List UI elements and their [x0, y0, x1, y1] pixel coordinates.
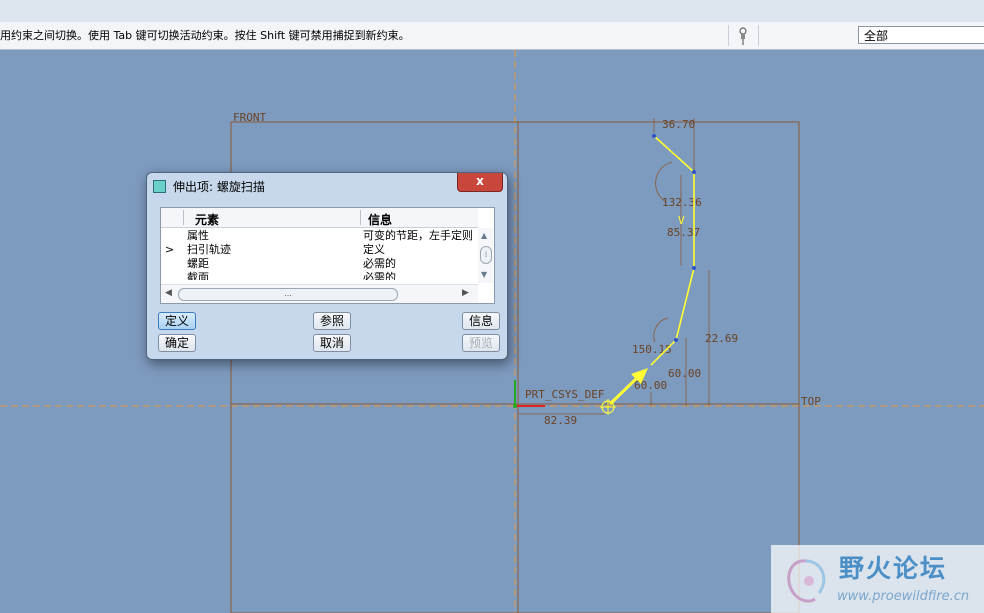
divider [758, 25, 759, 46]
scroll-thumb[interactable]: ... [178, 288, 398, 301]
element-info: 定义 [363, 243, 385, 256]
sweep-trajectory[interactable] [650, 135, 695, 366]
table-header: 元素 信息 [161, 208, 478, 228]
references-button[interactable]: 参照 [313, 312, 351, 330]
status-hint: 用约束之间切换。使用 Tab 键可切换活动约束。按住 Shift 键可禁用捕捉到… [0, 29, 410, 42]
dialog-title: 伸出项: 螺旋扫描 [173, 180, 265, 194]
element-name: 螺距 [187, 257, 209, 270]
element-info: 必需的 [363, 271, 396, 280]
cancel-button[interactable]: 取消 [313, 334, 351, 352]
scroll-left-icon[interactable]: ◀ [165, 288, 172, 298]
forum-logo-icon [787, 559, 826, 603]
column-divider [183, 210, 184, 225]
horizontal-scrollbar[interactable]: ◀ ... ▶ [161, 284, 478, 303]
define-button[interactable]: 定义 [158, 312, 196, 330]
expand-marker: > [165, 243, 175, 256]
divider [728, 25, 729, 46]
dim-height-lower[interactable]: 60.00 [668, 367, 701, 380]
scroll-right-icon[interactable]: ▶ [462, 288, 469, 298]
table-row[interactable]: 属性 可变的节距，左手定则 [161, 229, 478, 242]
column-divider [360, 210, 361, 225]
vertical-scrollbar[interactable]: ▲ ⁞ ▼ [478, 228, 493, 283]
preview-button[interactable]: 预览 [462, 334, 500, 352]
column-header-element[interactable]: 元素 [195, 211, 219, 228]
selection-filter-select[interactable]: 全部 [858, 26, 984, 44]
top-label: TOP [801, 395, 821, 408]
table-row[interactable]: 截面 必需的 [161, 271, 478, 280]
close-button[interactable]: x [457, 173, 503, 192]
element-name: 属性 [187, 229, 209, 242]
ok-button[interactable]: 确定 [158, 334, 196, 352]
watermark: 野火论坛 www.proewildfire.cn [771, 545, 984, 613]
watermark-title: 野火论坛 [839, 554, 948, 583]
toolbar-strip [0, 0, 984, 23]
info-button[interactable]: 信息 [462, 312, 500, 330]
dim-start-offset[interactable]: 82.39 [544, 414, 577, 427]
feature-dialog: 伸出项: 螺旋扫描 x 元素 信息 属性 可变的节距，左手定则 > 扫引轨迹 定… [146, 172, 508, 360]
table-row[interactable]: 螺距 必需的 [161, 257, 478, 270]
element-name: 截面 [187, 271, 209, 280]
csys-label: PRT_CSYS_DEF [525, 388, 604, 401]
element-info: 可变的节距，左手定则 [363, 229, 473, 242]
vertical-constraint: V [678, 214, 685, 227]
scroll-up-icon[interactable]: ▲ [481, 231, 487, 240]
front-label: FRONT [233, 111, 266, 124]
dim-offset[interactable]: 22.69 [705, 332, 738, 345]
table-body: 属性 可变的节距，左手定则 > 扫引轨迹 定义 螺距 必需的 截面 必需的 [161, 228, 478, 280]
dialog-icon [153, 180, 166, 193]
element-info: 必需的 [363, 257, 396, 270]
dim-angle-upper[interactable]: 132.36 [662, 196, 702, 209]
watermark-url: www.proewildfire.cn [837, 589, 970, 604]
dim-height-upper[interactable]: 85.37 [667, 226, 700, 239]
table-row[interactable]: > 扫引轨迹 定义 [161, 243, 478, 256]
dim-width[interactable]: 36.70 [662, 118, 695, 131]
message-bar: 用约束之间切换。使用 Tab 键可切换活动约束。按住 Shift 键可禁用捕捉到… [0, 22, 984, 50]
scroll-thumb[interactable]: ⁞ [480, 246, 492, 264]
pushpin-icon[interactable] [737, 26, 749, 46]
scroll-down-icon[interactable]: ▼ [481, 270, 487, 279]
element-table: 元素 信息 属性 可变的节距，左手定则 > 扫引轨迹 定义 螺距 必需的 截面 … [160, 207, 495, 304]
element-name: 扫引轨迹 [187, 243, 231, 256]
column-header-info[interactable]: 信息 [368, 211, 392, 228]
